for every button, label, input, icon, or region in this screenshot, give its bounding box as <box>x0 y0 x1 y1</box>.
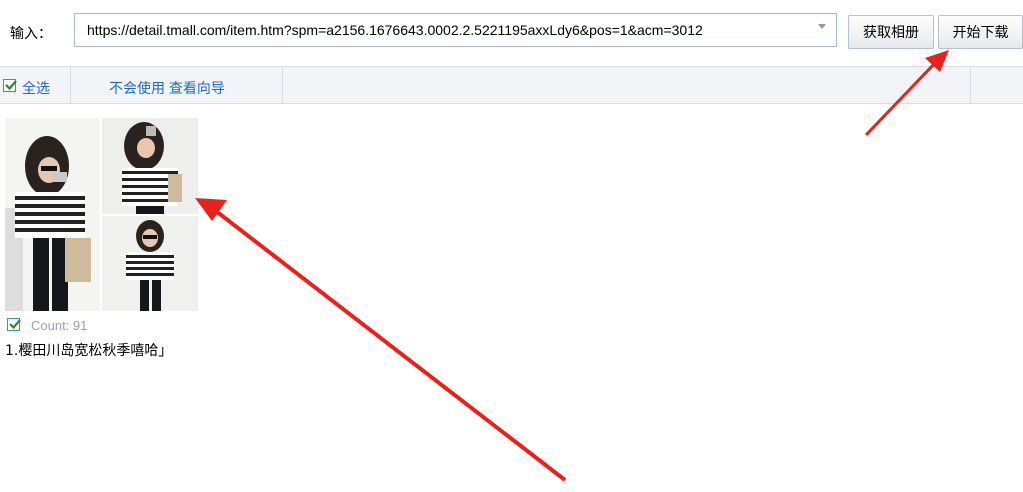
arrow-to-album-thumbnail <box>195 198 567 482</box>
arrow-to-download-button <box>864 50 949 137</box>
annotation-arrows <box>195 50 949 482</box>
